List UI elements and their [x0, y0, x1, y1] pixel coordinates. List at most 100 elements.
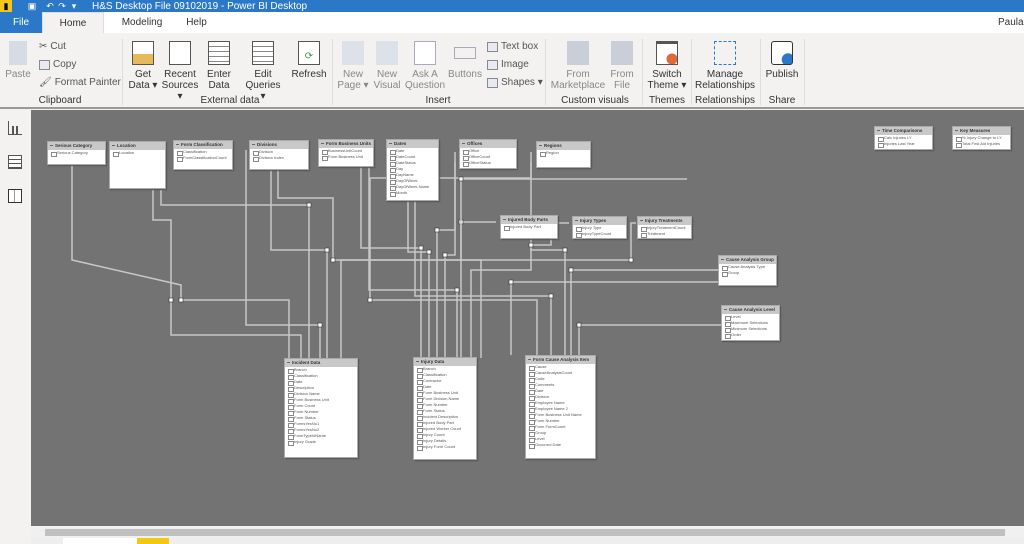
model-canvas[interactable]: Serious Category Serious Category Location… [31, 110, 1024, 526]
relationship-line[interactable] [160, 190, 310, 358]
model-table[interactable]: Divisions Division Division Index [249, 140, 309, 170]
table-field[interactable]: InjuryTypeCount [573, 231, 626, 238]
model-table[interactable]: Key Measures% Injury Change to LY Total F… [952, 126, 1011, 150]
page-tab[interactable] [63, 538, 137, 544]
scrollbar-thumb[interactable] [45, 529, 1005, 536]
tab-modeling[interactable]: Modeling [104, 12, 180, 33]
table-header[interactable]: Cause Analysis Level [722, 306, 779, 314]
model-table[interactable]: Form Classification Classification FormCla… [173, 140, 233, 170]
table-header[interactable]: Offices [460, 140, 516, 148]
add-page-button[interactable] [137, 538, 169, 544]
tab-file[interactable]: File [0, 12, 42, 33]
relationship-line[interactable] [152, 190, 302, 358]
relationship-line[interactable] [407, 201, 430, 357]
table-header[interactable]: Injured Body Parts [501, 216, 557, 224]
table-header[interactable]: Form Classification [174, 141, 232, 149]
paste-button[interactable]: Paste [4, 41, 32, 80]
model-table[interactable]: Form Business Units BusinessUnitCount Form… [318, 139, 374, 167]
user-name[interactable]: Paula [998, 12, 1024, 33]
table-field[interactable]: Occurred Date [526, 442, 595, 449]
table-field[interactable]: Treatment [638, 231, 691, 238]
model-table[interactable]: Regions Region [536, 141, 591, 168]
tab-help[interactable]: Help [180, 12, 213, 33]
table-header[interactable]: Incident Data [285, 359, 357, 367]
model-table[interactable]: Offices Office OfficeCount OfficeStatus [459, 139, 517, 169]
customize-toolbar-icon[interactable]: ▾ [68, 0, 80, 12]
relationship-line[interactable] [460, 221, 496, 357]
horizontal-scrollbar[interactable] [31, 527, 1024, 538]
ask-question-button[interactable]: Ask A Question [405, 41, 445, 91]
table-header[interactable]: Form Business Units [319, 140, 373, 148]
image-button[interactable]: Image [487, 59, 529, 70]
model-table[interactable]: Time Comparisons Calc Injuries LY Injuries… [874, 126, 933, 150]
table-field[interactable]: Order [722, 332, 779, 339]
new-page-button[interactable]: New Page ▾ [337, 41, 369, 91]
relationship-line[interactable] [510, 281, 718, 355]
model-table[interactable]: Form Cause Analysis Item Cause CauseAnalys… [525, 355, 596, 459]
table-header[interactable]: Key Measures [953, 127, 1010, 135]
model-table[interactable]: Injury Data Branch Classification Contracto… [413, 357, 477, 460]
table-field[interactable]: Month [387, 190, 438, 197]
undo-icon[interactable]: ↶ [44, 0, 56, 12]
table-header[interactable]: Dates [387, 140, 438, 148]
shapes-button[interactable]: Shapes ▾ [487, 77, 543, 88]
table-header[interactable]: Serious Category [48, 142, 105, 150]
format-painter-button[interactable]: 🖌 Format Painter [39, 77, 121, 88]
text-box-button[interactable]: Text box [487, 41, 538, 52]
model-view-icon[interactable] [8, 189, 22, 203]
relationship-line[interactable] [71, 165, 290, 358]
relationship-line[interactable] [530, 152, 566, 355]
refresh-button[interactable]: ⟳ Refresh [291, 41, 327, 80]
buttons-button[interactable]: Buttons [448, 41, 482, 80]
table-header[interactable]: Divisions [250, 141, 308, 149]
model-table[interactable]: Cause Analysis Group Cause Analysis Type G… [718, 255, 777, 286]
model-table[interactable]: Location Location [109, 141, 166, 189]
new-visual-button[interactable]: New Visual [371, 41, 403, 91]
table-header[interactable]: Injury Types [573, 217, 626, 225]
get-data-button[interactable]: Get Data ▾ [128, 41, 158, 91]
table-header[interactable]: Time Comparisons [875, 127, 932, 135]
model-table[interactable]: Injury Types Injury Type InjuryTypeCount [572, 216, 627, 239]
tab-home[interactable]: Home [42, 12, 104, 33]
table-field[interactable]: OfficeStatus [460, 160, 516, 167]
from-file-button[interactable]: From File [607, 41, 637, 91]
enter-data-button[interactable]: Enter Data [204, 41, 234, 91]
table-field[interactable]: Division Index [250, 155, 308, 162]
table-header[interactable]: Injury Data [414, 358, 476, 366]
table-field[interactable]: Location [110, 150, 165, 157]
save-icon[interactable]: ▣ [26, 0, 38, 12]
model-table[interactable]: Injured Body Parts Injured Body Part [500, 215, 558, 239]
recent-sources-button[interactable]: Recent Sources ▾ [160, 41, 200, 102]
table-field[interactable]: Serious Category [48, 150, 105, 157]
redo-icon[interactable]: ↷ [56, 0, 68, 12]
table-field[interactable]: FormClassificationCount [174, 155, 232, 162]
publish-button[interactable]: Publish [763, 41, 801, 80]
table-field[interactable]: Region [537, 150, 590, 157]
table-field[interactable]: Total First Aid Injuries [953, 141, 1010, 148]
model-table[interactable]: Incident Data Branch Classification Date Des… [284, 358, 358, 458]
relationship-line[interactable] [578, 324, 721, 355]
data-view-icon[interactable] [8, 155, 22, 169]
table-header[interactable]: Form Cause Analysis Item [526, 356, 595, 364]
table-header[interactable]: Regions [537, 142, 590, 150]
table-field[interactable]: Form Business Unit [319, 154, 373, 161]
from-marketplace-button[interactable]: From Marketplace [550, 41, 606, 91]
model-table[interactable]: Dates Date DateCount DateStatus Day DayName Da… [386, 139, 439, 201]
table-field[interactable]: Injured Body Part [501, 224, 557, 231]
table-field[interactable]: Injury Form Count [414, 444, 476, 451]
table-field[interactable]: Injury Grade [285, 439, 357, 446]
relationship-line[interactable] [470, 222, 569, 357]
report-view-icon[interactable] [8, 121, 22, 135]
manage-relationships-button[interactable]: Manage Relationships [694, 41, 756, 91]
edit-queries-button[interactable]: Edit Queries ▾ [243, 41, 283, 102]
model-table[interactable]: Serious Category Serious Category [47, 141, 106, 165]
table-header[interactable]: Cause Analysis Group [719, 256, 776, 264]
table-header[interactable]: Injury Treatments [638, 217, 691, 225]
model-table[interactable]: Cause Analysis Level Level Maximum Selecti… [721, 305, 780, 341]
table-field[interactable]: Injuries Last Year [875, 141, 932, 148]
table-header[interactable]: Location [110, 142, 165, 150]
copy-button[interactable]: Copy [39, 59, 76, 70]
table-field[interactable]: Group [719, 270, 776, 277]
switch-theme-button[interactable]: Switch Theme ▾ [646, 41, 688, 91]
cut-button[interactable]: ✂ Cut [39, 41, 66, 52]
